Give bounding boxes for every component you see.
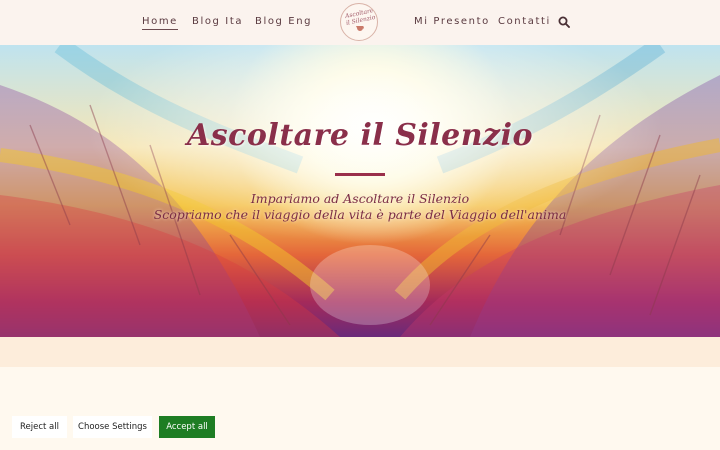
choose-settings-button[interactable]: Choose Settings — [73, 416, 152, 438]
nav-contatti[interactable]: Contatti — [498, 16, 551, 27]
site-header: Home Blog Ita Blog Eng Ascoltare il Sile… — [0, 0, 720, 45]
hero-subtitle-line2: Scopriamo che il viaggio della vita è pa… — [153, 207, 567, 222]
nav-home[interactable]: Home — [142, 16, 178, 30]
search-icon[interactable] — [558, 16, 570, 28]
content-band — [0, 337, 720, 367]
hero-title: Ascoltare il Silenzio — [186, 118, 533, 153]
hero-banner: Ascoltare il Silenzio Impariamo ad Ascol… — [0, 45, 720, 337]
hero-divider — [335, 173, 385, 176]
accept-all-button[interactable]: Accept all — [159, 416, 215, 438]
site-logo[interactable]: Ascoltare il Silenzio — [340, 3, 378, 41]
nav-blog-eng[interactable]: Blog Eng — [255, 16, 312, 27]
nav-blog-ita[interactable]: Blog Ita — [192, 16, 243, 27]
nav-mi-presento[interactable]: Mi Presento — [414, 16, 490, 27]
hero-subtitle-line1: Impariamo ad Ascoltare il Silenzio — [250, 191, 470, 206]
reject-all-button[interactable]: Reject all — [12, 416, 67, 438]
cup-icon — [356, 26, 364, 31]
